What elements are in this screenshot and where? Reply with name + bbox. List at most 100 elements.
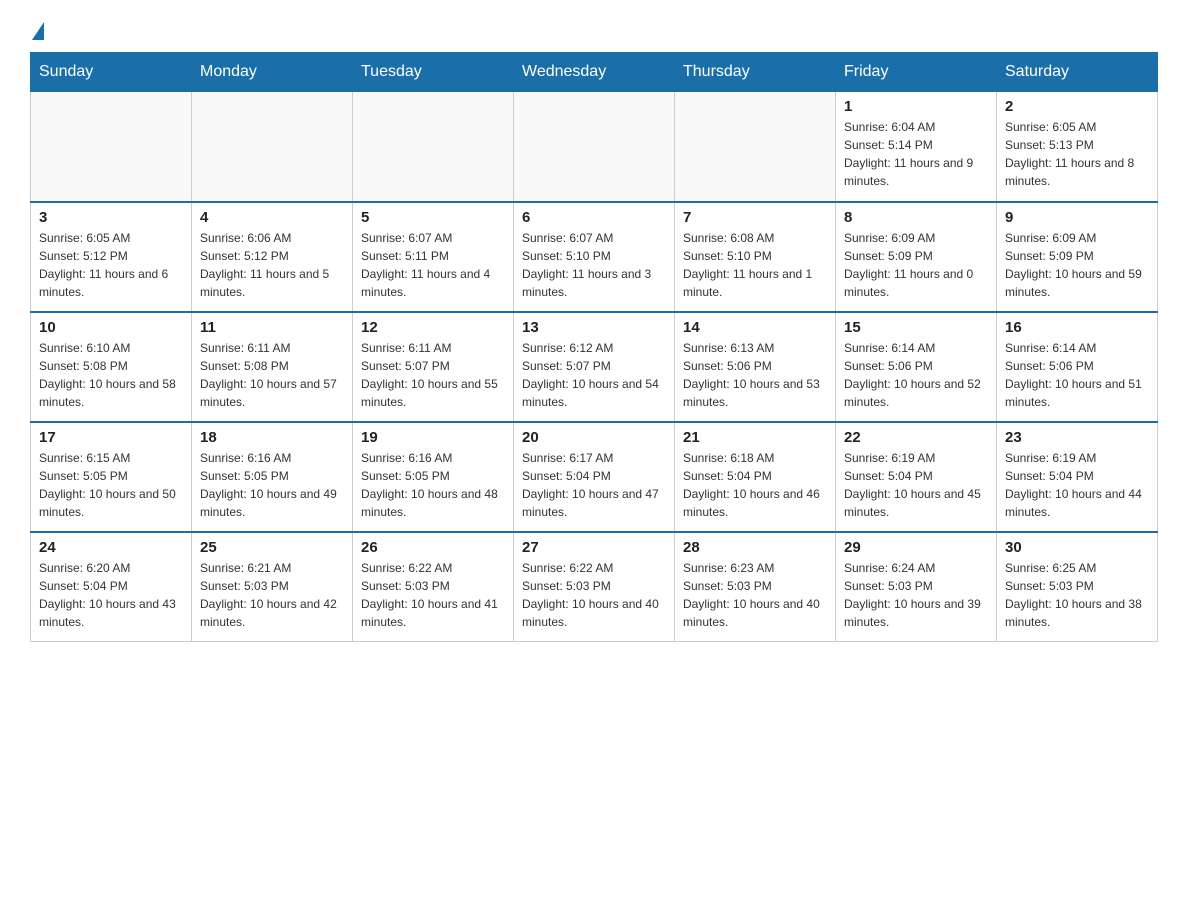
calendar-cell: 20 Sunrise: 6:17 AMSunset: 5:04 PMDayligh… — [514, 422, 675, 532]
logo-triangle-icon — [32, 22, 44, 40]
calendar-week-1: 1 Sunrise: 6:04 AMSunset: 5:14 PMDaylight… — [31, 92, 1158, 202]
calendar-cell: 22Sunrise: 6:19 AMSunset: 5:04 PMDayligh… — [836, 422, 997, 532]
day-info: Sunrise: 6:13 AMSunset: 5:06 PMDaylight:… — [683, 339, 827, 411]
day-number: 7 — [683, 209, 827, 226]
day-info: Sunrise: 6:09 AMSunset: 5:09 PMDaylight:… — [844, 229, 988, 301]
logo — [30, 20, 44, 36]
calendar-cell: 18 Sunrise: 6:16 AMSunset: 5:05 PMDayligh… — [192, 422, 353, 532]
day-info: Sunrise: 6:17 AMSunset: 5:04 PMDaylight:… — [522, 449, 666, 521]
day-number: 30 — [1005, 539, 1149, 556]
weekday-header-tuesday: Tuesday — [353, 53, 514, 92]
calendar-cell — [192, 92, 353, 202]
calendar-cell: 5 Sunrise: 6:07 AMSunset: 5:11 PMDaylight… — [353, 202, 514, 312]
calendar-cell: 21 Sunrise: 6:18 AMSunset: 5:04 PMDayligh… — [675, 422, 836, 532]
calendar-cell: 11 Sunrise: 6:11 AMSunset: 5:08 PMDayligh… — [192, 312, 353, 422]
day-number: 4 — [200, 209, 344, 226]
calendar-cell: 30 Sunrise: 6:25 AMSunset: 5:03 PMDayligh… — [997, 532, 1158, 642]
calendar-cell: 19Sunrise: 6:16 AMSunset: 5:05 PMDayligh… — [353, 422, 514, 532]
header — [30, 20, 1158, 36]
calendar-cell: 15 Sunrise: 6:14 AMSunset: 5:06 PMDayligh… — [836, 312, 997, 422]
calendar-cell: 29 Sunrise: 6:24 AMSunset: 5:03 PMDayligh… — [836, 532, 997, 642]
day-info: Sunrise: 6:07 AMSunset: 5:11 PMDaylight:… — [361, 229, 505, 301]
day-info: Sunrise: 6:22 AMSunset: 5:03 PMDaylight:… — [361, 559, 505, 631]
day-number: 10 — [39, 319, 183, 336]
day-number: 20 — [522, 429, 666, 446]
calendar-week-5: 24 Sunrise: 6:20 AMSunset: 5:04 PMDayligh… — [31, 532, 1158, 642]
weekday-header-wednesday: Wednesday — [514, 53, 675, 92]
day-number: 3 — [39, 209, 183, 226]
calendar-week-4: 17Sunrise: 6:15 AMSunset: 5:05 PMDayligh… — [31, 422, 1158, 532]
calendar-cell: 3 Sunrise: 6:05 AMSunset: 5:12 PMDaylight… — [31, 202, 192, 312]
day-info: Sunrise: 6:25 AMSunset: 5:03 PMDaylight:… — [1005, 559, 1149, 631]
weekday-header-friday: Friday — [836, 53, 997, 92]
day-info: Sunrise: 6:23 AMSunset: 5:03 PMDaylight:… — [683, 559, 827, 631]
day-number: 29 — [844, 539, 988, 556]
weekday-header-monday: Monday — [192, 53, 353, 92]
calendar-cell: 6 Sunrise: 6:07 AMSunset: 5:10 PMDaylight… — [514, 202, 675, 312]
calendar-cell: 16Sunrise: 6:14 AMSunset: 5:06 PMDayligh… — [997, 312, 1158, 422]
calendar-cell — [675, 92, 836, 202]
day-info: Sunrise: 6:20 AMSunset: 5:04 PMDaylight:… — [39, 559, 183, 631]
calendar-cell: 26 Sunrise: 6:22 AMSunset: 5:03 PMDayligh… — [353, 532, 514, 642]
day-info: Sunrise: 6:19 AMSunset: 5:04 PMDaylight:… — [844, 449, 988, 521]
day-number: 13 — [522, 319, 666, 336]
calendar-cell: 1 Sunrise: 6:04 AMSunset: 5:14 PMDaylight… — [836, 92, 997, 202]
day-number: 12 — [361, 319, 505, 336]
day-info: Sunrise: 6:18 AMSunset: 5:04 PMDaylight:… — [683, 449, 827, 521]
day-info: Sunrise: 6:11 AMSunset: 5:07 PMDaylight:… — [361, 339, 505, 411]
calendar-cell: 13 Sunrise: 6:12 AMSunset: 5:07 PMDayligh… — [514, 312, 675, 422]
calendar-cell: 12 Sunrise: 6:11 AMSunset: 5:07 PMDayligh… — [353, 312, 514, 422]
calendar-cell: 9 Sunrise: 6:09 AMSunset: 5:09 PMDaylight… — [997, 202, 1158, 312]
calendar-body: 1 Sunrise: 6:04 AMSunset: 5:14 PMDaylight… — [31, 92, 1158, 642]
day-info: Sunrise: 6:08 AMSunset: 5:10 PMDaylight:… — [683, 229, 827, 301]
day-number: 18 — [200, 429, 344, 446]
day-info: Sunrise: 6:05 AMSunset: 5:13 PMDaylight:… — [1005, 118, 1149, 190]
day-number: 25 — [200, 539, 344, 556]
day-info: Sunrise: 6:09 AMSunset: 5:09 PMDaylight:… — [1005, 229, 1149, 301]
calendar-cell: 4Sunrise: 6:06 AMSunset: 5:12 PMDaylight… — [192, 202, 353, 312]
day-info: Sunrise: 6:07 AMSunset: 5:10 PMDaylight:… — [522, 229, 666, 301]
calendar-cell: 24 Sunrise: 6:20 AMSunset: 5:04 PMDayligh… — [31, 532, 192, 642]
weekday-header-thursday: Thursday — [675, 53, 836, 92]
day-number: 19 — [361, 429, 505, 446]
calendar-cell: 25 Sunrise: 6:21 AMSunset: 5:03 PMDayligh… — [192, 532, 353, 642]
day-info: Sunrise: 6:05 AMSunset: 5:12 PMDaylight:… — [39, 229, 183, 301]
day-number: 1 — [844, 98, 988, 115]
day-number: 9 — [1005, 209, 1149, 226]
day-number: 11 — [200, 319, 344, 336]
day-info: Sunrise: 6:11 AMSunset: 5:08 PMDaylight:… — [200, 339, 344, 411]
day-number: 15 — [844, 319, 988, 336]
calendar-cell: 2 Sunrise: 6:05 AMSunset: 5:13 PMDaylight… — [997, 92, 1158, 202]
day-number: 21 — [683, 429, 827, 446]
day-info: Sunrise: 6:04 AMSunset: 5:14 PMDaylight:… — [844, 118, 988, 190]
day-info: Sunrise: 6:22 AMSunset: 5:03 PMDaylight:… — [522, 559, 666, 631]
calendar-cell: 14 Sunrise: 6:13 AMSunset: 5:06 PMDayligh… — [675, 312, 836, 422]
day-number: 6 — [522, 209, 666, 226]
calendar-cell: 23Sunrise: 6:19 AMSunset: 5:04 PMDayligh… — [997, 422, 1158, 532]
calendar-cell: 10 Sunrise: 6:10 AMSunset: 5:08 PMDayligh… — [31, 312, 192, 422]
day-number: 5 — [361, 209, 505, 226]
calendar-cell: 28 Sunrise: 6:23 AMSunset: 5:03 PMDayligh… — [675, 532, 836, 642]
day-number: 28 — [683, 539, 827, 556]
calendar-week-2: 3 Sunrise: 6:05 AMSunset: 5:12 PMDaylight… — [31, 202, 1158, 312]
calendar-week-3: 10 Sunrise: 6:10 AMSunset: 5:08 PMDayligh… — [31, 312, 1158, 422]
day-info: Sunrise: 6:10 AMSunset: 5:08 PMDaylight:… — [39, 339, 183, 411]
day-number: 8 — [844, 209, 988, 226]
day-number: 17 — [39, 429, 183, 446]
calendar-cell: 17Sunrise: 6:15 AMSunset: 5:05 PMDayligh… — [31, 422, 192, 532]
day-number: 2 — [1005, 98, 1149, 115]
calendar-cell — [353, 92, 514, 202]
day-info: Sunrise: 6:12 AMSunset: 5:07 PMDaylight:… — [522, 339, 666, 411]
day-number: 27 — [522, 539, 666, 556]
day-number: 16 — [1005, 319, 1149, 336]
weekday-header-sunday: Sunday — [31, 53, 192, 92]
day-number: 26 — [361, 539, 505, 556]
day-number: 14 — [683, 319, 827, 336]
day-info: Sunrise: 6:21 AMSunset: 5:03 PMDaylight:… — [200, 559, 344, 631]
day-info: Sunrise: 6:19 AMSunset: 5:04 PMDaylight:… — [1005, 449, 1149, 521]
calendar-cell — [514, 92, 675, 202]
day-number: 24 — [39, 539, 183, 556]
day-info: Sunrise: 6:24 AMSunset: 5:03 PMDaylight:… — [844, 559, 988, 631]
day-info: Sunrise: 6:16 AMSunset: 5:05 PMDaylight:… — [200, 449, 344, 521]
day-info: Sunrise: 6:14 AMSunset: 5:06 PMDaylight:… — [844, 339, 988, 411]
